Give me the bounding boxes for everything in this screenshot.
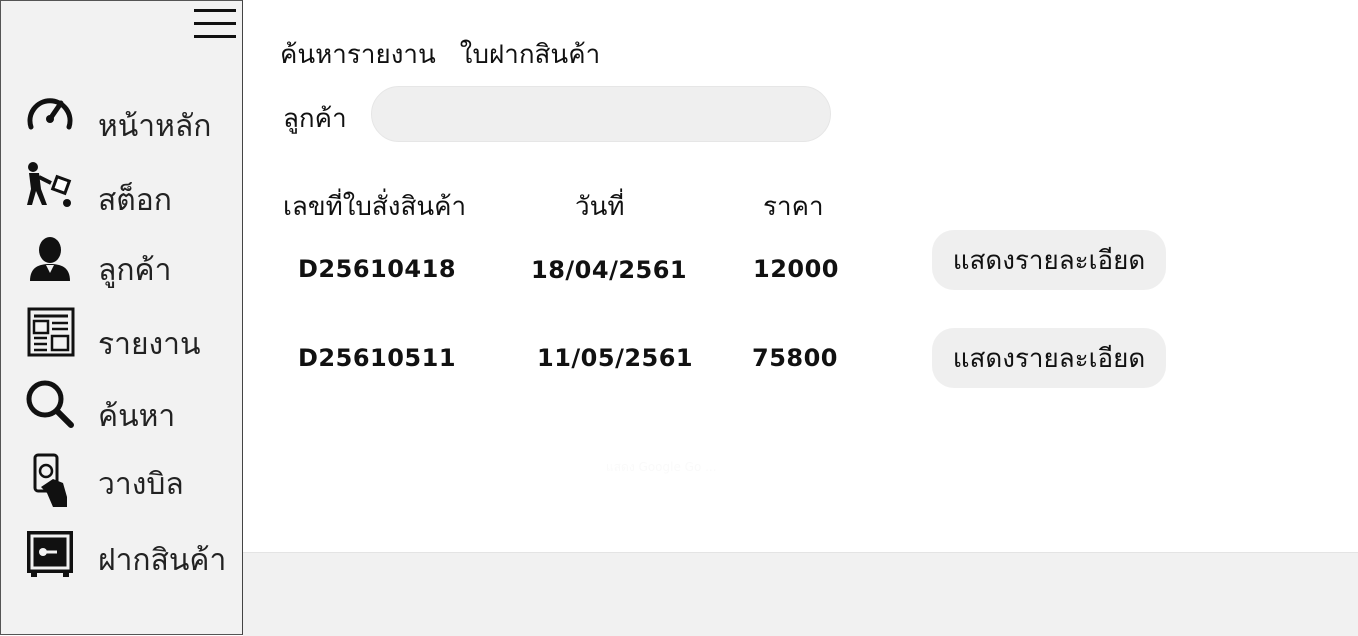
show-details-button[interactable]: แสดงรายละเอียด — [932, 328, 1166, 388]
sidebar-item-label: หน้าหลัก — [98, 109, 212, 144]
price-cell: 12000 — [753, 255, 839, 283]
page-subtitle: ใบฝากสินค้า — [459, 40, 601, 70]
sidebar-item-report[interactable]: รายงาน — [23, 305, 233, 362]
show-details-button[interactable]: แสดงรายละเอียด — [932, 230, 1166, 290]
date-cell: 11/05/2561 — [537, 344, 694, 372]
date-cell: 18/04/2561 — [531, 256, 688, 284]
user-icon — [30, 237, 70, 281]
sidebar-item-label: ลูกค้า — [98, 253, 172, 288]
sidebar-item-home[interactable]: หน้าหลัก — [23, 89, 233, 145]
page-title-text: ค้นหารายงาน — [280, 40, 436, 70]
sidebar-item-label: สต็อก — [98, 183, 172, 218]
hamburger-menu-icon[interactable] — [194, 9, 236, 39]
column-header-date: วันที่ — [575, 192, 625, 222]
order-no-cell: D25610511 — [298, 344, 457, 372]
customer-search-input[interactable] — [371, 86, 831, 142]
customer-label: ลูกค้า — [283, 104, 347, 134]
sidebar-item-label: รายงาน — [98, 327, 201, 362]
sidebar-item-customer[interactable]: ลูกค้า — [23, 233, 233, 289]
sidebar-item-stock[interactable]: สต็อก — [23, 161, 233, 218]
hand-truck-icon — [27, 162, 72, 207]
sidebar-item-label: ฝากสินค้า — [98, 543, 227, 578]
faint-overlay-text: แสดง Google Go ... — [606, 460, 717, 474]
sidebar: หน้าหลัก สต็อก ลูกค้า รายงาน ค้นหา วางบิ… — [0, 0, 243, 635]
order-no-cell: D25610418 — [298, 255, 457, 283]
magnifier-icon — [26, 380, 74, 428]
bill-in-hand-icon — [33, 453, 67, 507]
speedometer-icon — [27, 98, 73, 130]
sidebar-item-label: ค้นหา — [98, 399, 176, 434]
newspaper-icon — [27, 307, 75, 357]
sidebar-item-label: วางบิล — [98, 467, 184, 502]
column-header-order-no: เลขที่ใบสั่งสินค้า — [283, 192, 467, 222]
price-cell: 75800 — [752, 344, 838, 372]
sidebar-item-deposit[interactable]: ฝากสินค้า — [23, 527, 233, 583]
sidebar-item-billing[interactable]: วางบิล — [23, 453, 233, 509]
sidebar-item-search[interactable]: ค้นหา — [23, 377, 233, 434]
page-title: ค้นหารายงาน ใบฝากสินค้า — [280, 34, 600, 75]
footer-band — [243, 552, 1358, 636]
safe-icon — [27, 531, 73, 577]
column-header-price: ราคา — [763, 192, 824, 222]
